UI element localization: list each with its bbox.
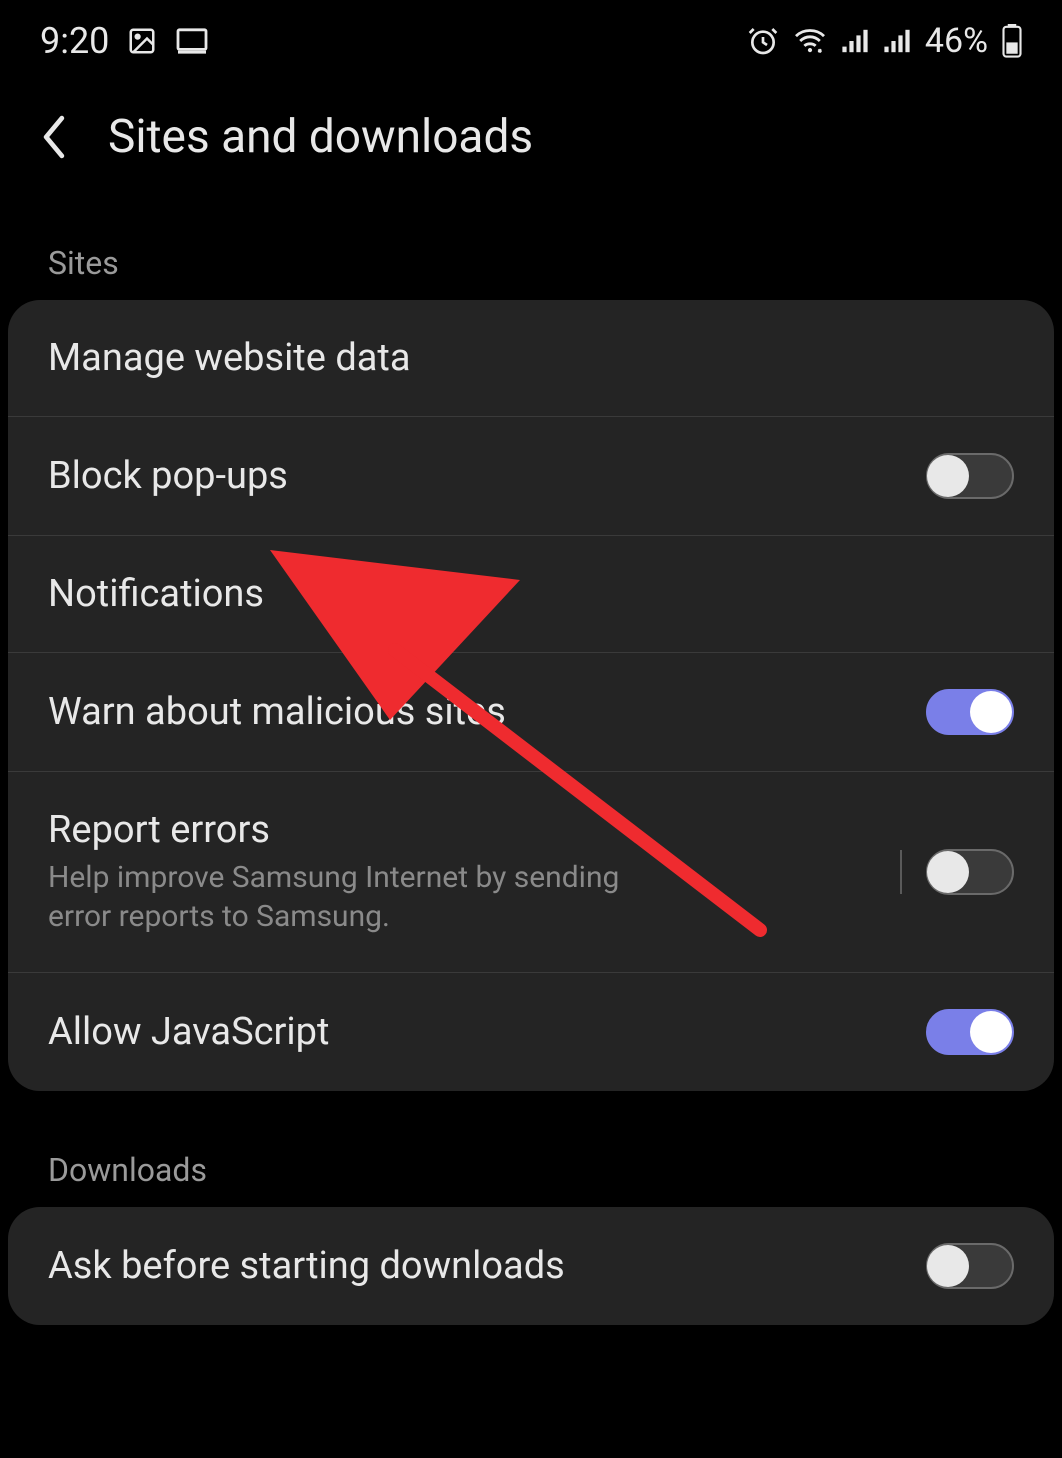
header: Sites and downloads	[0, 70, 1062, 184]
signal-icon-2	[883, 28, 911, 54]
report-errors-toggle[interactable]	[926, 849, 1014, 895]
downloads-group: Ask before starting downloads	[8, 1207, 1054, 1325]
report-errors-title: Report errors	[48, 808, 900, 852]
ask-before-downloads-toggle[interactable]	[926, 1243, 1014, 1289]
page-title: Sites and downloads	[108, 110, 533, 164]
section-label-sites: Sites	[0, 184, 1062, 300]
picture-icon	[127, 26, 157, 56]
warn-malicious-title: Warn about malicious sites	[48, 690, 926, 734]
allow-javascript-toggle[interactable]	[926, 1009, 1014, 1055]
ask-before-downloads-row[interactable]: Ask before starting downloads	[8, 1207, 1054, 1325]
block-popups-title: Block pop-ups	[48, 454, 926, 498]
alarm-icon	[747, 25, 779, 57]
warn-malicious-toggle[interactable]	[926, 689, 1014, 735]
back-button[interactable]	[40, 115, 68, 159]
status-bar-left: 9:20	[40, 20, 209, 62]
status-bar: 9:20	[0, 0, 1062, 70]
block-popups-row[interactable]: Block pop-ups	[8, 417, 1054, 536]
wifi-icon	[793, 27, 827, 55]
manage-website-data-title: Manage website data	[48, 336, 1014, 380]
manage-website-data-row[interactable]: Manage website data	[8, 300, 1054, 417]
status-bar-right: 46%	[747, 21, 1022, 61]
battery-icon	[1002, 24, 1022, 58]
notifications-row[interactable]: Notifications	[8, 536, 1054, 653]
battery-percent: 46%	[925, 21, 988, 61]
report-errors-subtitle: Help improve Samsung Internet by sending…	[48, 858, 668, 936]
allow-javascript-row[interactable]: Allow JavaScript	[8, 973, 1054, 1091]
allow-javascript-title: Allow JavaScript	[48, 1010, 926, 1054]
report-errors-row[interactable]: Report errors Help improve Samsung Inter…	[8, 772, 1054, 973]
status-time: 9:20	[40, 20, 109, 62]
notifications-title: Notifications	[48, 572, 1014, 616]
sites-group: Manage website data Block pop-ups Notifi…	[8, 300, 1054, 1091]
screen-icon	[175, 27, 209, 55]
warn-malicious-row[interactable]: Warn about malicious sites	[8, 653, 1054, 772]
divider-icon	[900, 850, 902, 894]
block-popups-toggle[interactable]	[926, 453, 1014, 499]
signal-icon-1	[841, 28, 869, 54]
ask-before-downloads-title: Ask before starting downloads	[48, 1244, 926, 1288]
section-label-downloads: Downloads	[0, 1091, 1062, 1207]
